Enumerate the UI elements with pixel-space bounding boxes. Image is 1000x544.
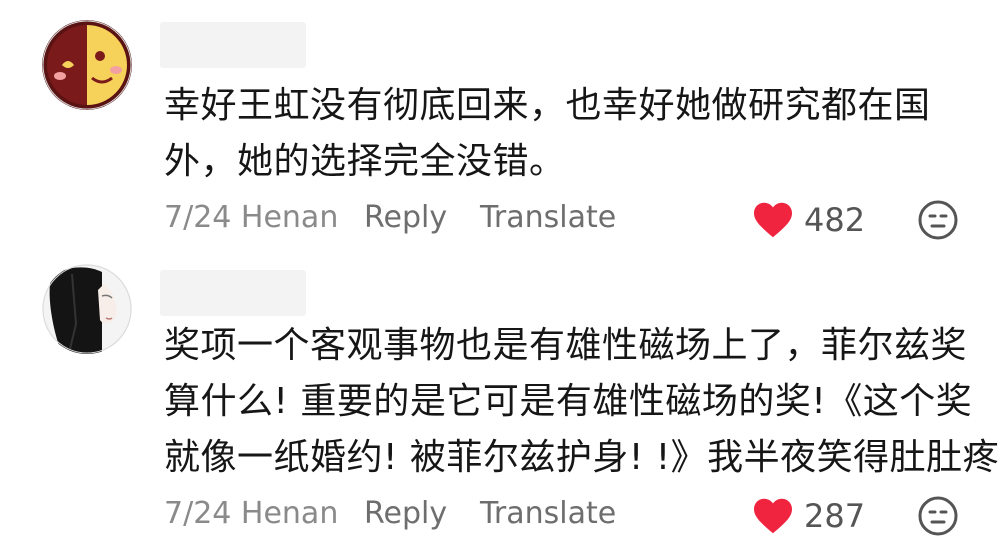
- translate-button[interactable]: Translate: [480, 198, 616, 238]
- comment-meta: 7/24 Henan Reply Translate: [164, 494, 616, 534]
- like-count: 287: [804, 497, 866, 535]
- cartoon-face-avatar-icon: [42, 20, 132, 110]
- emoji-reaction-button[interactable]: [917, 199, 959, 241]
- comment-text-line: 奖项一个客观事物也是有雄性磁场上了，菲尔兹奖: [164, 325, 968, 366]
- heart-icon: [754, 498, 792, 534]
- user-avatar[interactable]: [42, 20, 132, 110]
- comment-meta: 7/24 Henan Reply Translate: [164, 198, 616, 238]
- comment-text: 幸好王虹没有彻底回来，也幸好她做研究都在国 外，她的选择完全没错。: [164, 78, 964, 190]
- comment-text: 奖项一个客观事物也是有雄性磁场上了，菲尔兹奖 算什么! 重要的是它可是有雄性磁场…: [164, 318, 1000, 486]
- comment-text-line: 幸好王虹没有彻底回来，也幸好她做研究都在国: [164, 85, 931, 126]
- like-count: 482: [804, 201, 866, 239]
- user-avatar[interactable]: [42, 264, 132, 354]
- username-redacted[interactable]: [160, 270, 306, 316]
- emoji-reaction-button[interactable]: [917, 495, 959, 537]
- translate-button[interactable]: Translate: [480, 494, 616, 534]
- anime-girl-avatar-icon: [42, 264, 132, 354]
- date-location: 7/24 Henan: [164, 496, 339, 531]
- emoji-face-icon: [918, 200, 958, 240]
- emoji-face-icon: [918, 496, 958, 536]
- reply-button[interactable]: Reply: [364, 198, 447, 238]
- comment-text-line: 算什么! 重要的是它可是有雄性磁场的奖!《这个奖: [164, 381, 973, 422]
- comment-text-line: 外，她的选择完全没错。: [164, 141, 566, 182]
- date-location: 7/24 Henan: [164, 200, 339, 235]
- username-redacted[interactable]: [160, 22, 306, 68]
- comment-text-line: 就像一纸婚约! 被菲尔兹护身! !》我半夜笑得肚肚疼: [164, 437, 1000, 478]
- reply-button[interactable]: Reply: [364, 494, 447, 534]
- heart-icon: [754, 202, 792, 238]
